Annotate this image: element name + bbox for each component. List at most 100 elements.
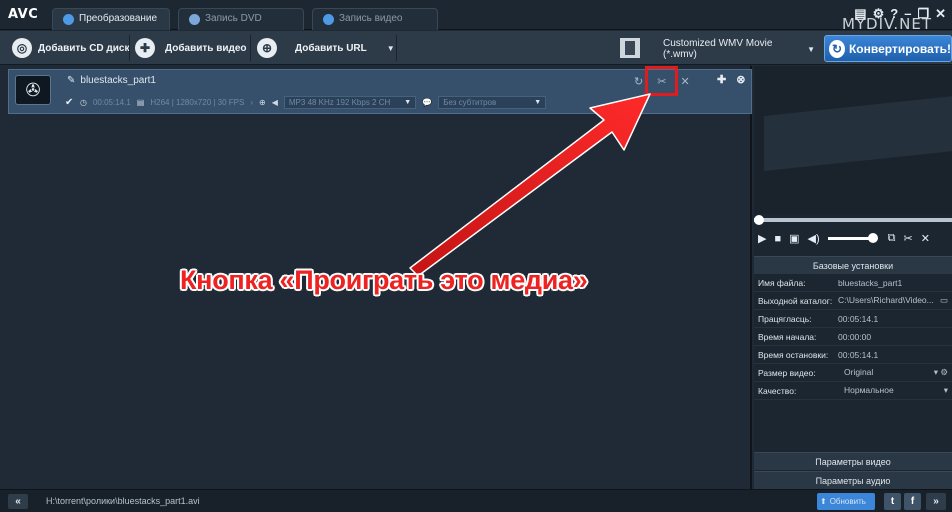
play-circle-icon [323,14,334,25]
volume-slider[interactable] [827,233,878,243]
add-video-button[interactable]: ✚ Добавить видео [135,37,247,59]
prop-value[interactable]: 00:05:14.1 [838,350,952,360]
prop-row: Выходной каталог: C:\Users\Richard\Video… [754,292,952,310]
file-row[interactable]: ✇ ✎ bluestacks_part1 ✔ ◷ 00:05:14.1 ▤ H2… [8,69,752,114]
subtitle-icon: 💬 [422,98,433,107]
prop-key: Имя файла: [758,277,806,288]
audio-params-button[interactable]: Параметры аудио [754,471,952,489]
tab-conversion[interactable]: Преобразование [52,8,170,30]
add-video-label: Добавить видео [165,42,247,54]
add-cd-button[interactable]: ◎ Добавить CD диск ▼ [12,37,143,59]
prop-value-text: bluestacks_part1 [838,277,903,288]
minimize-icon[interactable]: – [904,6,911,22]
prop-value[interactable]: bluestacks_part1 [838,278,952,288]
prop-key: Время остановки: [758,349,829,360]
play-icon[interactable]: ▶ [758,232,766,245]
chevron-down-icon: ▼ [534,99,542,106]
folder-icon[interactable]: ▭ [940,295,948,306]
divider [396,35,397,61]
tools-icon[interactable]: ✕ [921,232,930,245]
prop-value[interactable]: 00:00:00 [838,332,952,342]
divider [129,35,130,61]
close-icon[interactable]: ✕ [935,6,946,22]
menu-icon[interactable]: ▤ [854,6,866,22]
globe-add-icon: ⊕ [257,38,277,58]
basic-settings-header[interactable]: Базовые установки [754,256,952,274]
crop-icon[interactable]: ⧉ [888,232,896,245]
checkbox[interactable]: ✔ [65,98,74,108]
prop-value[interactable]: C:\Users\Richard\Video... ▭ [838,295,952,306]
prop-key: Выходной каталог: [758,295,833,306]
add-icon[interactable]: ✚ [717,73,726,86]
tab-dvd[interactable]: Запись DVD [178,8,304,30]
prop-value-text: 00:05:14.1 [838,313,879,324]
quality-select[interactable]: Нормальное ▾ [838,385,952,396]
tab-label: Преобразование [79,13,158,24]
speaker-icon: ◀ [271,98,278,107]
update-button[interactable]: ⬆ Обновить [817,493,875,510]
tab-video-record[interactable]: Запись видео [312,8,438,30]
expand-button[interactable]: » [926,493,946,510]
audio-track-select[interactable]: MP3 48 KHz 192 Kbps 2 CH ▼ [283,96,417,109]
convert-button[interactable]: ↻ Конвертировать! [824,35,952,62]
preview-area [754,66,952,214]
annotation-caption: Кнопка «Проиграть это медиа» [180,265,588,295]
chevron-down-icon: ▼ [386,43,395,53]
video-params-button[interactable]: Параметры видео [754,452,952,470]
audio-track-value: MP3 48 KHz 192 Kbps 2 CH [288,98,391,107]
gear-icon[interactable]: ⚙ [873,6,885,22]
help-icon[interactable]: ? [890,6,898,22]
stop-icon[interactable]: ■ [774,233,781,245]
refresh-icon[interactable]: ↻ [634,75,643,88]
tab-label: Запись видео [339,13,403,24]
video-icon: ▤ [136,98,145,107]
prop-key: Размер видео: [758,367,816,378]
film-strip-placeholder [764,96,952,171]
seek-bar[interactable] [754,218,952,222]
divider [250,35,251,61]
prop-key: Працягласць: [758,313,812,324]
prop-row: Время начала: 00:00:00 [754,328,952,346]
file-info: ✔ ◷ 00:05:14.1 ▤ H264 | 1280x720 | 30 FP… [65,96,547,109]
row-actions-right: ✚ ⊗ [717,73,745,86]
chevron-right-icon: › [250,98,254,107]
globe-icon: ⊕ [259,98,266,107]
snapshot-icon[interactable]: ▣ [789,232,799,245]
tab-label: Запись DVD [205,13,262,24]
prop-key: Качество: [758,385,797,396]
film-icon[interactable] [620,38,640,58]
prop-value-text: Original [844,367,874,377]
collapse-button[interactable]: « [8,494,28,509]
prop-value-text: 00:00:00 [838,331,872,342]
prop-row: Качество: Нормальное ▾ [754,382,952,400]
status-bar: « H:\torrent\ролики\bluestacks_part1.avi… [0,489,952,512]
facebook-icon[interactable]: f [904,493,921,510]
convert-tab-icon [63,14,74,25]
twitter-icon[interactable]: t [884,493,901,510]
cut-icon[interactable]: ✂ [904,232,913,245]
video-size-select[interactable]: Original ▾ ⚙ [838,367,952,378]
pencil-icon[interactable]: ✎ [67,75,75,86]
video-add-icon: ✚ [135,38,155,58]
chevron-down-icon: ▼ [807,44,815,54]
tools-icon[interactable]: ✕ [680,75,689,88]
title-bar: AVC Преобразование Запись DVD Запись вид… [0,0,952,33]
disc-icon [189,14,200,25]
seek-handle[interactable] [754,215,764,225]
output-format-select[interactable]: Customized WMV Movie (*.wmv) ▼ [647,38,819,60]
video-info: H264 | 1280x720 | 30 FPS [150,98,245,107]
highlight-box [645,66,678,96]
file-path: H:\torrent\ролики\bluestacks_part1.avi [46,496,200,506]
app-logo: AVC [8,7,39,22]
add-url-button[interactable]: ⊕ Добавить URL ▼ [257,37,395,59]
prop-value-text: C:\Users\Richard\Video... [838,295,934,305]
subtitle-select[interactable]: Без субтитров ▼ [438,96,547,109]
duration: 00:05:14.1 [92,98,131,107]
format-value: Customized WMV Movie (*.wmv) [663,38,773,60]
volume-icon[interactable]: ◀) [808,232,820,245]
properties-table: Имя файла: bluestacks_part1 Выходной кат… [754,274,952,400]
remove-icon[interactable]: ⊗ [736,73,745,86]
prop-key: Время начала: [758,331,817,342]
restore-icon[interactable]: ❐ [917,6,929,22]
add-url-label: Добавить URL [295,42,367,54]
